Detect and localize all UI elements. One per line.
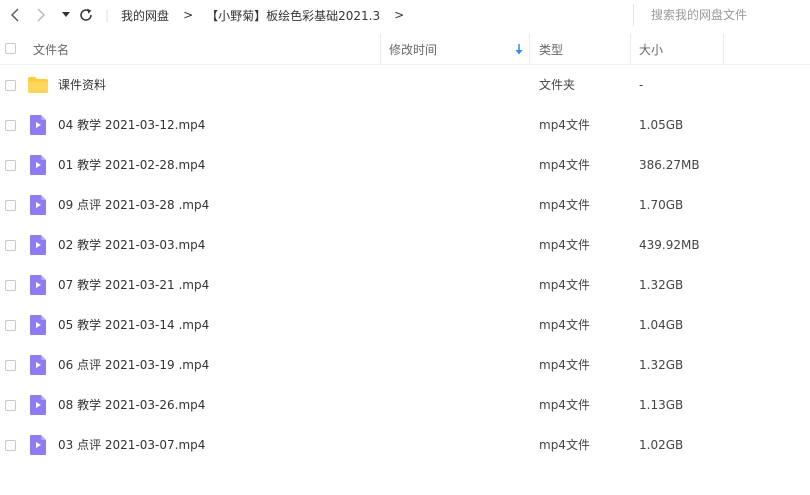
- breadcrumb-item-current-folder[interactable]: 【小野菊】板绘色彩基础2021.3: [206, 7, 380, 24]
- history-dropdown-button[interactable]: [57, 6, 75, 24]
- file-row[interactable]: 课件资料 文件夹 -: [0, 65, 810, 105]
- file-type: mp4文件: [539, 198, 590, 212]
- file-name[interactable]: 01 教学 2021-02-28.mp4: [58, 145, 205, 185]
- file-size: 1.04GB: [639, 318, 684, 332]
- file-type: mp4文件: [539, 318, 590, 332]
- column-header-name-label: 文件名: [33, 42, 70, 57]
- file-row[interactable]: 01 教学 2021-02-28.mp4 mp4文件 386.27MB: [0, 145, 810, 185]
- search-box: [633, 4, 810, 26]
- file-row-checkbox[interactable]: [5, 80, 16, 91]
- file-row-checkbox[interactable]: [5, 440, 16, 451]
- video-file-icon: [30, 435, 46, 455]
- file-row[interactable]: 03 点评 2021-03-07.mp4 mp4文件 1.02GB: [0, 425, 810, 465]
- folder-icon: [28, 77, 48, 93]
- chevron-left-icon: [11, 8, 19, 22]
- file-row-checkbox[interactable]: [5, 120, 16, 131]
- file-row-checkbox[interactable]: [5, 160, 16, 171]
- back-button[interactable]: [6, 6, 24, 24]
- file-type: mp4文件: [539, 438, 590, 452]
- file-row-checkbox[interactable]: [5, 240, 16, 251]
- file-row-checkbox[interactable]: [5, 320, 16, 331]
- file-row-checkbox[interactable]: [5, 360, 16, 371]
- column-header-size[interactable]: 大小: [631, 34, 724, 64]
- forward-button[interactable]: [32, 6, 50, 24]
- file-row[interactable]: 04 教学 2021-03-12.mp4 mp4文件 1.05GB: [0, 105, 810, 145]
- file-row-checkbox[interactable]: [5, 200, 16, 211]
- file-size: 1.70GB: [639, 198, 684, 212]
- file-size: 1.05GB: [639, 118, 684, 132]
- video-file-icon: [30, 115, 46, 135]
- file-type: mp4文件: [539, 158, 590, 172]
- breadcrumb-separator: >: [183, 8, 194, 22]
- column-header-type-label: 类型: [539, 42, 564, 57]
- video-file-icon: [30, 275, 46, 295]
- file-name[interactable]: 08 教学 2021-03-26.mp4: [58, 385, 205, 425]
- file-name[interactable]: 07 教学 2021-03-21 .mp4: [58, 265, 209, 305]
- breadcrumb-item-my-drive[interactable]: 我的网盘: [121, 7, 169, 24]
- breadcrumb-divider: |: [105, 8, 110, 22]
- file-size: -: [639, 78, 644, 92]
- file-type: mp4文件: [539, 398, 590, 412]
- video-file-icon: [30, 315, 46, 335]
- file-name[interactable]: 03 点评 2021-03-07.mp4: [58, 425, 205, 465]
- column-header-type[interactable]: 类型: [530, 34, 631, 64]
- file-size: 1.13GB: [639, 398, 684, 412]
- file-name[interactable]: 04 教学 2021-03-12.mp4: [58, 105, 205, 145]
- file-type: mp4文件: [539, 278, 590, 292]
- file-name[interactable]: 06 点评 2021-03-19 .mp4: [58, 345, 209, 385]
- search-input[interactable]: [634, 8, 810, 22]
- file-row[interactable]: 07 教学 2021-03-21 .mp4 mp4文件 1.32GB: [0, 265, 810, 305]
- file-row[interactable]: 08 教学 2021-03-26.mp4 mp4文件 1.13GB: [0, 385, 810, 425]
- file-row[interactable]: 05 教学 2021-03-14 .mp4 mp4文件 1.04GB: [0, 305, 810, 345]
- file-row-checkbox[interactable]: [5, 400, 16, 411]
- video-file-icon: [30, 155, 46, 175]
- file-size: 439.92MB: [639, 238, 700, 252]
- breadcrumb-separator[interactable]: >: [394, 8, 404, 22]
- file-row[interactable]: 06 点评 2021-03-19 .mp4 mp4文件 1.32GB: [0, 345, 810, 385]
- file-name[interactable]: 09 点评 2021-03-28 .mp4: [58, 185, 209, 225]
- sort-descending-icon: [515, 44, 523, 55]
- file-list-header: 文件名 修改时间 类型 大小: [0, 34, 810, 65]
- file-size: 386.27MB: [639, 158, 700, 172]
- refresh-button[interactable]: [77, 6, 95, 24]
- file-name[interactable]: 02 教学 2021-03-03.mp4: [58, 225, 205, 265]
- column-header-modified[interactable]: 修改时间: [381, 34, 530, 64]
- file-size: 1.32GB: [639, 278, 684, 292]
- file-name[interactable]: 课件资料: [58, 65, 106, 105]
- file-size: 1.32GB: [639, 358, 684, 372]
- file-name[interactable]: 05 教学 2021-03-14 .mp4: [58, 305, 209, 345]
- chevron-right-icon: [37, 8, 45, 22]
- column-header-modified-label: 修改时间: [389, 42, 438, 57]
- file-type: 文件夹: [539, 78, 576, 92]
- file-row[interactable]: 02 教学 2021-03-03.mp4 mp4文件 439.92MB: [0, 225, 810, 265]
- file-row-checkbox[interactable]: [5, 280, 16, 291]
- column-header-name[interactable]: 文件名: [20, 34, 381, 64]
- file-size: 1.02GB: [639, 438, 684, 452]
- video-file-icon: [30, 195, 46, 215]
- breadcrumb: | 我的网盘 > 【小野菊】板绘色彩基础2021.3 >: [105, 0, 417, 30]
- video-file-icon: [30, 235, 46, 255]
- video-file-icon: [30, 395, 46, 415]
- file-type: mp4文件: [539, 238, 590, 252]
- toolbar: | 我的网盘 > 【小野菊】板绘色彩基础2021.3 >: [0, 0, 810, 30]
- column-header-size-label: 大小: [639, 42, 664, 57]
- file-type: mp4文件: [539, 358, 590, 372]
- file-type: mp4文件: [539, 118, 590, 132]
- video-file-icon: [30, 355, 46, 375]
- select-all-checkbox[interactable]: [5, 43, 16, 54]
- refresh-icon: [80, 8, 92, 21]
- caret-down-icon: [62, 12, 70, 17]
- file-row[interactable]: 09 点评 2021-03-28 .mp4 mp4文件 1.70GB: [0, 185, 810, 225]
